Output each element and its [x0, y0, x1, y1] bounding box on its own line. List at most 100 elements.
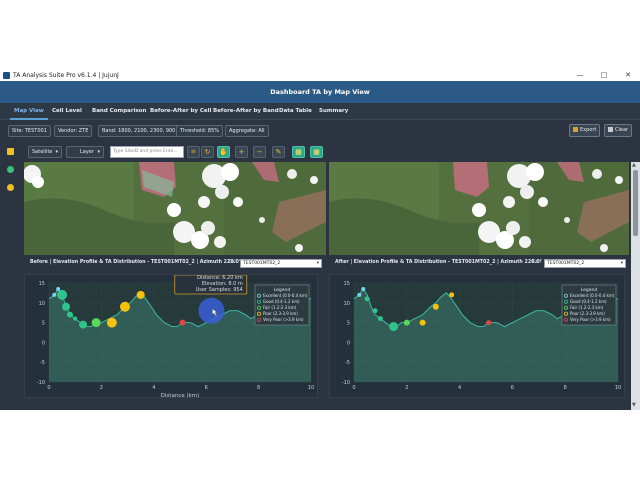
zoom-out-icon[interactable]: −: [253, 146, 266, 158]
filter-bar: Site: TEST001 Vendor: ZTE Band: 1800, 21…: [0, 122, 640, 140]
tab-before-after-band[interactable]: Before-After by Band: [209, 103, 283, 120]
sample-point[interactable]: [56, 286, 61, 291]
scroll-up-icon[interactable]: ▲: [632, 162, 636, 168]
before-cell-select[interactable]: TEST001MT02_2 ▾: [240, 259, 322, 268]
sample-point[interactable]: [372, 308, 378, 314]
sample-point[interactable]: [62, 302, 71, 311]
tab-summary[interactable]: Summary: [315, 103, 352, 120]
sample-point[interactable]: [73, 316, 78, 321]
vertical-scrollbar[interactable]: ▲ ▼: [631, 162, 640, 410]
sample-point[interactable]: [419, 319, 426, 326]
sample-point[interactable]: [364, 296, 370, 302]
x-tick-label: 6: [511, 385, 514, 391]
sample-point[interactable]: [179, 319, 186, 326]
sample-point[interactable]: [432, 303, 439, 310]
compare-icon[interactable]: ▦: [292, 146, 305, 158]
x-tick-label: 4: [152, 385, 155, 391]
y-tick-label: 15: [39, 281, 45, 287]
after-elevation-chart[interactable]: -10-50510150 2 4 6 8 10LegendExcellent (0.0-0…: [330, 275, 626, 399]
legend-entry: Excellent (0.0-0.4 km): [570, 293, 615, 298]
tab-before-after-cell[interactable]: Before-After by Cell: [146, 103, 215, 120]
y-tick-label: 10: [39, 301, 45, 307]
sample-point[interactable]: [79, 320, 88, 329]
sample-point[interactable]: [377, 316, 383, 322]
scrollbar-thumb[interactable]: [633, 170, 638, 236]
after-cell-label: Cell: [532, 260, 541, 265]
sample-point[interactable]: [361, 286, 366, 291]
before-chart-panel: -10 -5 0 5 10 15 0 2 4 6 8 10 Distance (km) Legend Exc…: [24, 274, 319, 399]
after-satellite-image: [329, 162, 629, 255]
globe-icon[interactable]: [7, 166, 14, 173]
before-map[interactable]: [24, 162, 326, 255]
sample-point[interactable]: [91, 318, 101, 328]
layer-value: Layer: [80, 149, 94, 155]
after-cell-value: TEST001MT02_2: [547, 261, 585, 266]
sample-point[interactable]: [52, 292, 57, 297]
x-tick-label: 4: [458, 385, 461, 391]
zoom-in-icon[interactable]: +: [235, 146, 248, 158]
minimize-icon[interactable]: —: [572, 71, 588, 80]
maximize-icon[interactable]: □: [596, 71, 612, 80]
after-cell-select[interactable]: TEST001MT02_2 ▾: [544, 259, 626, 268]
x-tick-label: 0: [352, 385, 355, 391]
threshold-chip[interactable]: Threshold: 85%: [176, 125, 224, 137]
sample-point[interactable]: [389, 322, 399, 332]
legend-entry: Very Poor (>3.9 km): [570, 317, 611, 322]
tab-band-comparison[interactable]: Band Comparison: [88, 103, 150, 120]
x-tick-label: 10: [308, 385, 314, 391]
sample-point[interactable]: [486, 320, 492, 326]
y-tick-label: -10: [37, 380, 45, 386]
sample-point[interactable]: [449, 292, 455, 298]
close-icon[interactable]: ✕: [620, 71, 636, 80]
sync-icon[interactable]: ▦: [310, 146, 323, 158]
x-tick-label: 2: [405, 385, 408, 391]
tab-data-table[interactable]: Data Table: [275, 103, 316, 120]
legend-entry: Very Poor (>3.9 km): [263, 317, 304, 322]
sample-point[interactable]: [136, 290, 145, 299]
y-tick-label: -5: [40, 360, 45, 366]
after-map[interactable]: [329, 162, 629, 255]
y-tick-label: 0: [42, 340, 45, 346]
sample-point[interactable]: [57, 289, 68, 300]
sample-point[interactable]: [357, 292, 362, 297]
info-icon[interactable]: [7, 184, 14, 191]
export-button[interactable]: Export: [569, 124, 601, 137]
legend-entry: Excellent (0.0-0.4 km): [263, 293, 308, 298]
legend-entry: Good (0.4-1.2 km): [263, 299, 300, 304]
after-chart-panel: -10 -5 0 5 10 15 0 2 4 6 8 10 Legend Excellent (0.0-0…: [329, 274, 625, 398]
y-tick-label: -10: [342, 380, 350, 386]
refresh-icon[interactable]: ↻: [201, 146, 214, 158]
x-tick-label: 6: [205, 385, 208, 391]
ruler-icon[interactable]: ✎: [272, 146, 285, 158]
tab-cell-level[interactable]: Cell Level: [48, 103, 86, 120]
y-tick-label: 10: [344, 301, 350, 307]
layers-icon[interactable]: [7, 148, 14, 155]
aggregate-chip[interactable]: Aggregate: All: [225, 125, 269, 137]
legend-entry: Fair (1.2-2.3 km): [570, 305, 604, 310]
locate-icon[interactable]: ⚛: [187, 146, 200, 158]
before-elevation-chart[interactable]: -10-50510150 2 4 6 8 10Distance (km)LegendExc…: [25, 274, 319, 399]
y-tick-label: 0: [347, 340, 350, 346]
band-chip[interactable]: Band: 1800, 2100, 2300, 900: [98, 125, 180, 137]
site-chip[interactable]: Site: TEST001: [8, 125, 51, 137]
vendor-chip[interactable]: Vendor: ZTE: [54, 125, 93, 137]
sample-point[interactable]: [403, 319, 410, 326]
sample-point[interactable]: [119, 301, 130, 312]
basemap-select[interactable]: Satellite ▾: [28, 146, 62, 158]
y-tick-label: -5: [345, 360, 350, 366]
y-tick-label: 5: [42, 321, 45, 327]
legend-entry: Good (0.4-1.2 km): [570, 299, 607, 304]
legend-entry: Poor (2.3-3.9 km): [263, 311, 298, 316]
layer-select[interactable]: Layer ▾: [66, 146, 104, 158]
tab-map-view[interactable]: Map View: [10, 103, 48, 120]
sample-point[interactable]: [198, 297, 225, 324]
site-search-input[interactable]: Type SiteID and press Ente...: [110, 146, 184, 158]
sample-point[interactable]: [66, 311, 73, 318]
map-toolbar: Satellite ▾ Layer ▾ Type SiteID and press …: [24, 144, 630, 160]
sample-point[interactable]: [106, 317, 117, 328]
x-axis-label: Distance (km): [161, 393, 200, 399]
scroll-down-icon[interactable]: ▼: [632, 402, 636, 408]
tooltip-line: User Samples: 954: [196, 287, 243, 293]
clear-button[interactable]: Clear: [604, 124, 633, 137]
pan-hand-icon[interactable]: ✋: [217, 146, 230, 158]
